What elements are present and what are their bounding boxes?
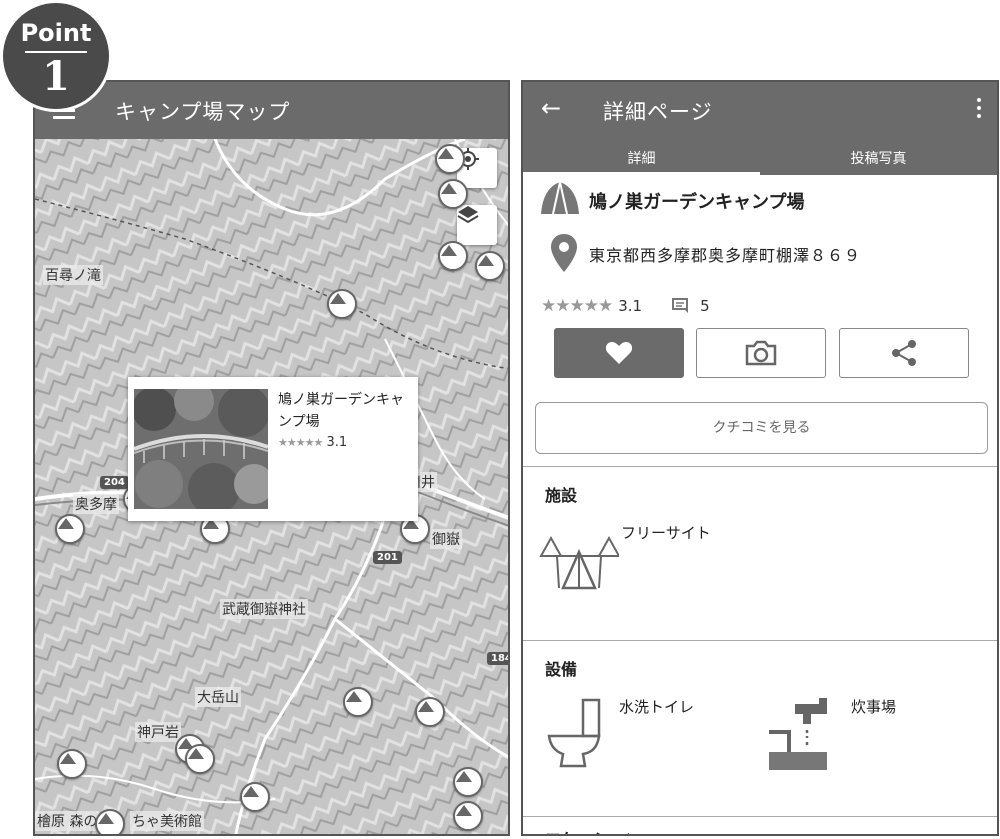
campsite-pin[interactable] xyxy=(435,144,465,174)
map-screen: キャンプ場マップ 百尋ノ滝 奥多摩 川井 御嶽 武蔵御嶽神社 大岳山 神戸岩 檜… xyxy=(33,80,510,836)
map-page-title: キャンプ場マップ xyxy=(115,100,291,124)
share-button[interactable] xyxy=(839,328,969,378)
tent-icon xyxy=(478,255,494,266)
campsite-pin[interactable] xyxy=(438,241,468,271)
facility-free-site: フリーサイト xyxy=(621,524,711,542)
rating-score: 3.1 xyxy=(618,297,643,315)
map-label-hyakuhiro: 百尋ノ滝 xyxy=(43,265,103,285)
review-count: 5 xyxy=(700,297,710,315)
active-tab-indicator xyxy=(523,172,760,175)
camera-icon xyxy=(745,340,777,366)
sink-faucet-icon xyxy=(769,698,827,770)
road-badge-201: 201 xyxy=(373,551,402,564)
section-divider xyxy=(523,466,997,467)
tent-icon xyxy=(438,148,454,159)
rating-row: ★★★★★ 3.1 5 xyxy=(541,296,710,316)
map-label-museum: ちゃ美術館 xyxy=(130,811,204,831)
campsite-pin[interactable] xyxy=(415,697,445,727)
back-arrow-icon[interactable]: ← xyxy=(541,94,561,122)
location-heading: ロケーション xyxy=(545,826,641,834)
facilities-heading: 施設 xyxy=(545,486,578,505)
campsite-photo-image xyxy=(134,389,268,509)
equipment-flush-toilet: 水洗トイレ xyxy=(619,698,695,716)
star-rating: ★★★★★ xyxy=(541,296,613,316)
tent-icon xyxy=(441,245,457,256)
share-icon xyxy=(892,340,916,366)
equipment-kitchen-area: 炊事場 xyxy=(851,698,897,716)
tent-icon xyxy=(456,805,472,816)
map-label-hinohara: 檜原 森の xyxy=(35,811,100,831)
favorite-button[interactable] xyxy=(554,328,684,378)
detail-tabs: 詳細 投稿写真 xyxy=(523,139,997,175)
section-divider xyxy=(523,816,997,817)
tent-icon xyxy=(60,753,76,764)
comment-icon xyxy=(672,298,689,313)
map-view[interactable]: 百尋ノ滝 奥多摩 白丸 古里 川井 御嶽 武蔵御嶽神社 大岳山 神戸岩 檜原 森… xyxy=(35,139,508,834)
detail-page-title: 詳細ページ xyxy=(603,100,713,124)
heart-icon xyxy=(605,342,633,364)
layers-icon xyxy=(457,206,479,224)
section-divider xyxy=(523,640,997,641)
tent-icon xyxy=(346,691,362,702)
tent-icon xyxy=(330,293,346,304)
tent-icon xyxy=(456,771,472,782)
point-badge: Point 1 xyxy=(0,0,112,112)
map-label-musashi-mitake: 武蔵御嶽神社 xyxy=(220,599,308,619)
campsite-pin[interactable] xyxy=(453,767,483,797)
more-vert-icon[interactable] xyxy=(977,98,983,120)
free-site-tents-icon xyxy=(539,535,619,590)
campsite-pin[interactable] xyxy=(185,744,215,774)
tent-icon xyxy=(441,183,457,194)
campsite-pin[interactable] xyxy=(327,289,357,319)
location-pin-icon xyxy=(551,234,577,272)
detail-app-bar: ← 詳細ページ xyxy=(523,82,997,139)
tent-icon xyxy=(243,786,259,797)
road-badge-184: 184 xyxy=(487,652,508,665)
point-number: 1 xyxy=(42,53,70,100)
tent-icon xyxy=(98,813,114,824)
detail-screen: ← 詳細ページ 詳細 投稿写真 鳩ノ巣ガーデンキャンプ場 東京都西多摩郡奥多摩町… xyxy=(521,80,999,836)
popup-rating-score: 3.1 xyxy=(326,435,348,450)
campsite-address: 東京都西多摩郡奥多摩町棚澤８６９ xyxy=(589,246,862,265)
tab-posted-photos[interactable]: 投稿写真 xyxy=(760,139,997,175)
view-reviews-button[interactable]: クチコミを見る xyxy=(535,402,988,454)
campsite-pin[interactable] xyxy=(343,687,373,717)
point-label: Point xyxy=(20,19,92,47)
campsite-photo xyxy=(134,389,268,509)
map-label-kobeiwa: 神戸岩 xyxy=(135,722,181,742)
campsite-pin[interactable] xyxy=(453,801,483,831)
tent-icon xyxy=(418,701,434,712)
tent-icon xyxy=(541,181,579,215)
campsite-pin[interactable] xyxy=(57,749,87,779)
camera-button[interactable] xyxy=(696,328,826,378)
tent-icon xyxy=(58,518,74,529)
campsite-name: 鳩ノ巣ガーデンキャンプ場 xyxy=(589,192,805,213)
popup-rating: ★★★★★ 3.1 xyxy=(278,435,347,450)
popup-campsite-name: 鳩ノ巣ガーデンキャンプ場 xyxy=(278,392,404,430)
map-label-okutama: 奥多摩 xyxy=(73,494,119,514)
campsite-pin[interactable] xyxy=(55,514,85,544)
map-label-mitake-station: 御嶽 xyxy=(430,529,462,549)
campsite-pin[interactable] xyxy=(438,179,468,209)
campsite-pin[interactable] xyxy=(240,782,270,812)
campsite-pin[interactable] xyxy=(475,251,505,281)
map-label-odake: 大岳山 xyxy=(195,687,241,707)
popup-star-rating: ★★★★★ xyxy=(278,436,323,449)
tent-icon xyxy=(188,748,204,759)
map-layers-button[interactable] xyxy=(457,205,497,245)
tab-details[interactable]: 詳細 xyxy=(523,139,760,175)
equipment-heading: 設備 xyxy=(545,660,578,679)
campsite-pin[interactable] xyxy=(95,809,125,834)
campsite-popup[interactable]: 鳩ノ巣ガーデンキャンプ場 ★★★★★ 3.1 xyxy=(128,377,418,521)
toilet-icon xyxy=(547,698,601,768)
